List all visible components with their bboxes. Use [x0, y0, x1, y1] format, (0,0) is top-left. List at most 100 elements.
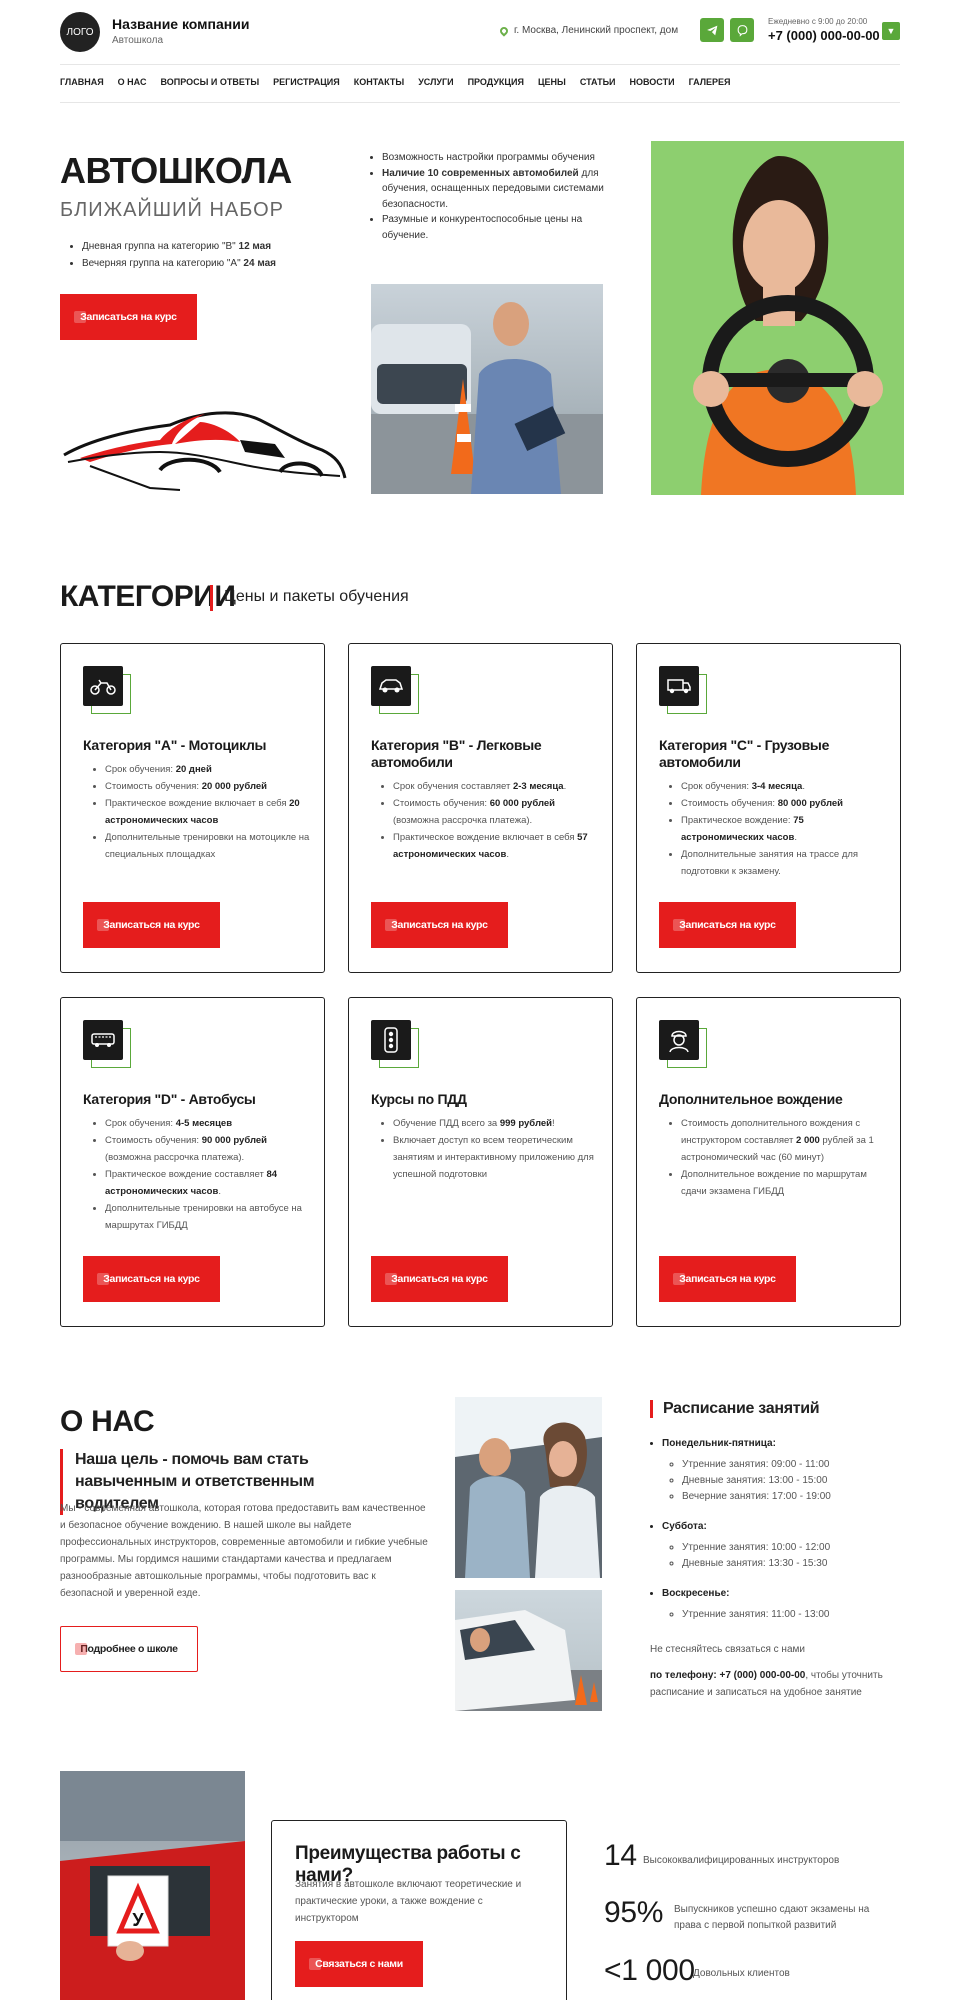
- enroll-button[interactable]: Записаться на курс: [659, 1256, 796, 1302]
- bullet-bold: Наличие 10 современных автомобилей: [382, 167, 579, 179]
- card-list: Срок обучения: 3-4 месяца. Стоимость обу…: [681, 778, 886, 880]
- list-item: Вечерние занятия: 17:00 - 19:00: [682, 1489, 902, 1505]
- stat-number: 14: [604, 1839, 637, 1872]
- stat-text: Высококвалифицированных инструкторов: [643, 1855, 840, 1866]
- chevron-down-icon[interactable]: ▼: [882, 22, 900, 40]
- nav-item-news[interactable]: Новости: [630, 77, 675, 87]
- enroll-button[interactable]: Записаться на курс: [83, 1256, 220, 1302]
- item-bold: 4-5 месяцев: [175, 1118, 233, 1129]
- category-card-pdd: Курсы по ПДД Обучение ПДД всего за 999 р…: [348, 997, 613, 1327]
- hero-enroll-button[interactable]: Записаться на курс: [60, 294, 197, 340]
- list-item: Стоимость дополнительного вождения с инс…: [681, 1115, 886, 1166]
- hero-groups: Дневная группа на категорию "B" 12 мая В…: [82, 238, 276, 272]
- list-item: Обучение ПДД всего за 999 рублей!: [393, 1115, 598, 1132]
- group-date: 24 мая: [243, 258, 276, 269]
- main-nav: Главная О нас Вопросы и ответы Регистрац…: [60, 77, 731, 87]
- group-date: 12 мая: [238, 241, 272, 252]
- student-sign-photo: У: [60, 1771, 245, 2000]
- item-text: Стоимость обучения:: [105, 1135, 202, 1146]
- item-text: .: [563, 781, 567, 792]
- list-item: Стоимость обучения: 60 000 рублей (возмо…: [393, 795, 598, 829]
- list-item: Срок обучения составляет 2-3 месяца.: [393, 778, 598, 795]
- schedule-title: Расписание занятий: [650, 1400, 820, 1418]
- item-text: Практическое вождение составляет: [105, 1169, 267, 1180]
- slot-list: Утренние занятия: 10:00 - 12:00 Дневные …: [682, 1540, 902, 1572]
- hero-bullets: Возможность настройки программы обучения…: [382, 150, 607, 243]
- item-text: Стоимость обучения:: [681, 798, 778, 809]
- item-bold: 3-4 месяца: [751, 781, 803, 792]
- enroll-button[interactable]: Записаться на курс: [659, 902, 796, 948]
- nav-item-articles[interactable]: Статьи: [580, 77, 616, 87]
- schedule-day: Суббота:: [662, 1519, 902, 1535]
- item-text: Дополнительные занятия на трассе для под…: [681, 849, 859, 877]
- nav-item-home[interactable]: Главная: [60, 77, 104, 87]
- telegram-icon[interactable]: [700, 18, 724, 42]
- slot-list: Утренние занятия: 09:00 - 11:00 Дневные …: [682, 1457, 902, 1505]
- nav-item-prices[interactable]: Цены: [538, 77, 566, 87]
- list-item: Утренние занятия: 09:00 - 11:00: [682, 1457, 902, 1473]
- company-name: Название компании: [112, 16, 250, 32]
- schedule-note: Не стесняйтесь связаться с нами: [650, 1644, 805, 1655]
- nav-item-contacts[interactable]: Контакты: [354, 77, 404, 87]
- contact-phone[interactable]: по телефону: +7 (000) 000-00-00: [650, 1670, 805, 1681]
- list-item: Практическое вождение включает в себя 57…: [393, 829, 598, 863]
- logo[interactable]: ЛОГО: [60, 12, 100, 52]
- car-interior-photo: [455, 1397, 602, 1578]
- enroll-button[interactable]: Записаться на курс: [371, 902, 508, 948]
- nav-item-services[interactable]: Услуги: [418, 77, 453, 87]
- list-item: Утренние занятия: 10:00 - 12:00: [682, 1540, 902, 1556]
- day-label: Суббота:: [662, 1521, 707, 1532]
- enroll-button[interactable]: Записаться на курс: [371, 1256, 508, 1302]
- schedule-list: Понедельник-пятница: Утренние занятия: 0…: [662, 1430, 902, 1623]
- schedule-contact: по телефону: +7 (000) 000-00-00, чтобы у…: [650, 1667, 910, 1701]
- nav-item-about[interactable]: О нас: [118, 77, 147, 87]
- list-item: Разумные и конкурентоспособные цены на о…: [382, 212, 607, 243]
- driver-icon: [659, 1020, 699, 1060]
- advantages-text: Занятия в автошколе включают теоретическ…: [295, 1879, 522, 1924]
- day-label: Воскресенье:: [662, 1588, 730, 1599]
- item-text: Срок обучения составляет: [393, 781, 513, 792]
- company-subtitle: Автошкола: [112, 35, 164, 46]
- item-bold: 999 рублей: [499, 1118, 552, 1129]
- about-more-button[interactable]: Подробнее о школе: [60, 1626, 198, 1672]
- category-card-c: Категория "С" - Грузовые автомобили Срок…: [636, 643, 901, 973]
- stat-text: Довольных клиентов: [693, 1968, 790, 1979]
- item-bold: 2-3 месяца: [512, 781, 564, 792]
- header-divider: [60, 64, 900, 65]
- nav-item-registration[interactable]: Регистрация: [273, 77, 340, 87]
- instructor-photo: [371, 284, 603, 494]
- nav-item-products[interactable]: Продукция: [468, 77, 524, 87]
- list-item: Дневные занятия: 13:30 - 15:30: [682, 1556, 902, 1572]
- category-card-b: Категория "В" - Легковые автомобили Срок…: [348, 643, 613, 973]
- list-item: Дополнительные тренировки на мотоцикле н…: [105, 829, 310, 863]
- list-item: Практическое вождение включает в себя 20…: [105, 795, 310, 829]
- item-bold: 90 000 рублей: [201, 1135, 268, 1146]
- list-item: Включает доступ ко всем теоретическим за…: [393, 1132, 598, 1183]
- nav-item-gallery[interactable]: Галерея: [689, 77, 731, 87]
- nav-item-faq[interactable]: Вопросы и ответы: [160, 77, 259, 87]
- item-text: !: [551, 1118, 555, 1129]
- card-list: Обучение ПДД всего за 999 рублей! Включа…: [393, 1115, 598, 1183]
- address-text: г. Москва, Ленинский проспект, дом: [514, 25, 679, 36]
- about-title: О НАС: [60, 1405, 155, 1438]
- header-phone[interactable]: +7 (000) 000-00-00: [768, 28, 880, 43]
- list-item: Стоимость обучения: 90 000 рублей (возмо…: [105, 1132, 310, 1166]
- item-text: Дополнительное вождение по маршрутам сда…: [681, 1169, 867, 1197]
- list-item: Дневные занятия: 13:00 - 15:00: [682, 1473, 902, 1489]
- motorcycle-icon: [83, 666, 123, 706]
- item-text: .: [802, 781, 805, 792]
- card-title: Категория "А" - Мотоциклы: [83, 737, 267, 753]
- item-text: Срок обучения:: [105, 764, 176, 775]
- truck-icon: [659, 666, 699, 706]
- bus-icon: [83, 1020, 123, 1060]
- enroll-button[interactable]: Записаться на курс: [83, 902, 220, 948]
- item-text: .: [506, 849, 509, 860]
- item-bold: 20 000 рублей: [201, 781, 268, 792]
- about-text: Мы - современная автошкола, которая гото…: [60, 1503, 428, 1599]
- viber-icon[interactable]: [730, 18, 754, 42]
- contact-us-button[interactable]: Связаться с нами: [295, 1941, 423, 1987]
- hero-subtitle: БЛИЖАЙШИЙ НАБОР: [60, 199, 285, 221]
- item-bold: 80 000 рублей: [777, 798, 844, 809]
- item-bold: 20 дней: [175, 764, 212, 775]
- category-card-a: Категория "А" - Мотоциклы Срок обучения:…: [60, 643, 325, 973]
